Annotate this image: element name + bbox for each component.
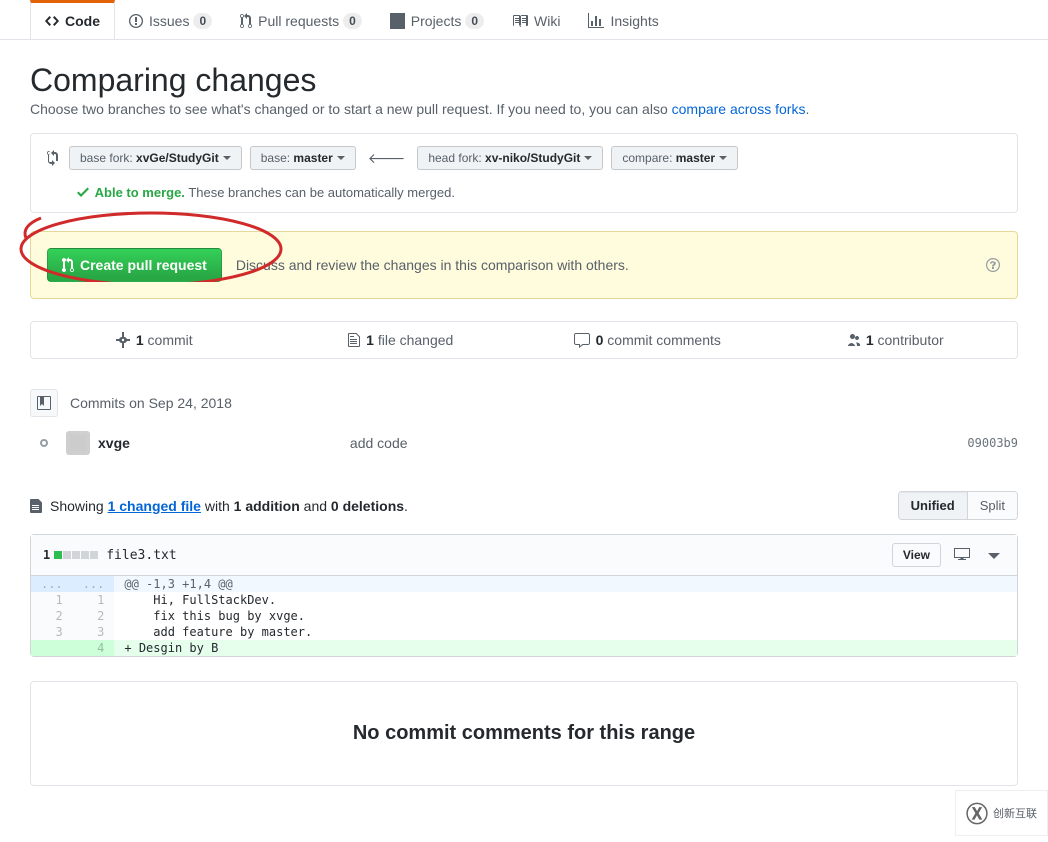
pr-icon bbox=[240, 13, 252, 29]
tab-pull-requests[interactable]: Pull requests 0 bbox=[226, 0, 376, 39]
issue-icon bbox=[129, 13, 143, 29]
file-name[interactable]: file3.txt bbox=[106, 548, 176, 563]
files-changed[interactable]: 1 file changed bbox=[278, 322, 525, 358]
chevron-down-icon[interactable] bbox=[983, 544, 1005, 566]
book-icon bbox=[512, 13, 528, 29]
commit-message[interactable]: add code bbox=[350, 435, 968, 451]
file-icon bbox=[348, 332, 360, 348]
range-editor: base fork: xvGe/StudyGit base: master 🡐 … bbox=[30, 133, 1018, 213]
tab-wiki-label: Wiki bbox=[534, 13, 560, 29]
file-diff-icon bbox=[30, 498, 42, 514]
diffstat: 1 bbox=[43, 548, 98, 562]
issues-counter: 0 bbox=[193, 13, 212, 29]
comment-icon bbox=[574, 332, 590, 348]
compare-forks-link[interactable]: compare across forks bbox=[672, 101, 806, 117]
tab-code[interactable]: Code bbox=[30, 0, 115, 39]
projects-counter: 0 bbox=[465, 13, 484, 29]
tab-issues[interactable]: Issues 0 bbox=[115, 0, 226, 39]
commits-count[interactable]: 1 commit bbox=[31, 322, 278, 358]
contributors[interactable]: 1 contributor bbox=[771, 322, 1018, 358]
create-pull-request-button[interactable]: Create pull request bbox=[47, 248, 222, 282]
commits-date-header: Commits on Sep 24, 2018 bbox=[30, 381, 1018, 425]
tab-prs-label: Pull requests bbox=[258, 13, 339, 29]
watermark-text: 创新互联 bbox=[993, 805, 1037, 821]
base-fork-select[interactable]: base fork: xvGe/StudyGit bbox=[69, 146, 242, 170]
tab-wiki[interactable]: Wiki bbox=[498, 0, 574, 39]
hunk-header: ......@@ -1,3 +1,4 @@ bbox=[31, 576, 1017, 592]
tab-projects-label: Projects bbox=[411, 13, 462, 29]
subhead-text: Choose two branches to see what's change… bbox=[30, 101, 672, 117]
check-icon bbox=[77, 184, 89, 200]
tab-insights-label: Insights bbox=[610, 13, 658, 29]
graph-icon bbox=[588, 13, 604, 29]
merge-status: Able to merge. These branches can be aut… bbox=[45, 184, 1003, 200]
view-file-button[interactable]: View bbox=[892, 543, 941, 567]
diff-line: 33 add feature by master. bbox=[31, 624, 1017, 640]
unified-button[interactable]: Unified bbox=[899, 492, 967, 519]
changed-files-link[interactable]: 1 changed file bbox=[108, 498, 201, 514]
overall-summary: 1 commit 1 file changed 0 commit comment… bbox=[30, 321, 1018, 359]
device-icon[interactable] bbox=[949, 544, 975, 567]
commit-comments[interactable]: 0 commit comments bbox=[524, 322, 771, 358]
subhead: Choose two branches to see what's change… bbox=[30, 101, 1018, 117]
tab-projects[interactable]: Projects 0 bbox=[376, 0, 498, 39]
pr-icon bbox=[62, 257, 74, 273]
project-icon bbox=[390, 13, 405, 29]
create-pr-label: Create pull request bbox=[80, 257, 207, 273]
watermark: Ⓧ 创新互联 bbox=[955, 790, 1048, 836]
tab-issues-label: Issues bbox=[149, 13, 189, 29]
pr-banner: Create pull request Discuss and review t… bbox=[30, 231, 1018, 299]
diff-line: 11 Hi, FullStackDev. bbox=[31, 592, 1017, 608]
page-title: Comparing changes bbox=[30, 62, 1018, 99]
split-button[interactable]: Split bbox=[967, 492, 1017, 519]
able-to-merge-label: Able to merge. bbox=[95, 185, 185, 200]
commit-dot-icon bbox=[40, 439, 48, 447]
diff-table: ......@@ -1,3 +1,4 @@ 11 Hi, FullStackDe… bbox=[31, 576, 1017, 656]
pr-discuss-text: Discuss and review the changes in this c… bbox=[236, 257, 629, 273]
file-diff: 1 file3.txt View ......@@ -1,3 +1,4 @@ 1… bbox=[30, 534, 1018, 657]
file-header: 1 file3.txt View bbox=[31, 535, 1017, 576]
diff-line-added: 4+ Desgin by B bbox=[31, 640, 1017, 656]
no-commit-comments: No commit comments for this range bbox=[30, 681, 1018, 786]
commit-icon bbox=[116, 332, 130, 348]
code-icon bbox=[45, 13, 59, 29]
repo-nav: Code Issues 0 Pull requests 0 Projects 0… bbox=[0, 0, 1048, 40]
commit-sha[interactable]: 09003b9 bbox=[967, 436, 1018, 450]
arrow-left-icon: 🡐 bbox=[364, 150, 410, 167]
compare-icon bbox=[45, 150, 61, 166]
commit-author[interactable]: xvge bbox=[98, 435, 130, 451]
repo-push-icon bbox=[36, 395, 52, 411]
watermark-logo-icon: Ⓧ bbox=[966, 797, 988, 829]
files-intro: Showing 1 changed file with 1 addition a… bbox=[30, 491, 1018, 520]
head-fork-select[interactable]: head fork: xv-niko/StudyGit bbox=[417, 146, 603, 170]
tab-insights[interactable]: Insights bbox=[574, 0, 672, 39]
base-branch-select[interactable]: base: master bbox=[250, 146, 356, 170]
people-icon bbox=[844, 332, 860, 348]
tab-code-label: Code bbox=[65, 13, 100, 29]
diff-line: 22 fix this bug by xvge. bbox=[31, 608, 1017, 624]
avatar[interactable] bbox=[66, 431, 90, 455]
commit-row: xvge add code 09003b9 bbox=[30, 425, 1018, 461]
diff-view-toggle: Unified Split bbox=[898, 491, 1018, 520]
commits-timeline: Commits on Sep 24, 2018 xvge add code 09… bbox=[30, 381, 1018, 461]
compare-branch-select[interactable]: compare: master bbox=[611, 146, 738, 170]
prs-counter: 0 bbox=[343, 13, 362, 29]
help-icon[interactable] bbox=[985, 257, 1001, 273]
